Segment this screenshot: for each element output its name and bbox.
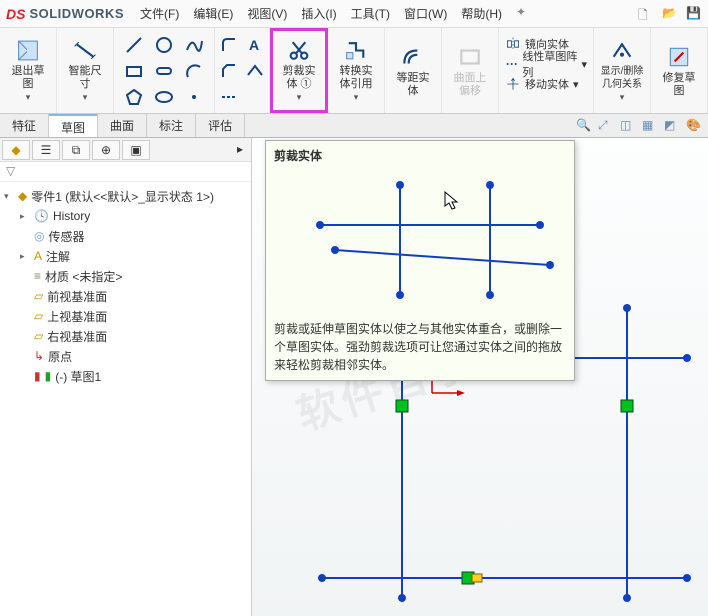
cursor-icon: [444, 191, 460, 211]
tree-history[interactable]: ▸🕓History: [2, 206, 249, 226]
sketch-tools-grid-2: A: [217, 33, 267, 109]
poly-icon[interactable]: [124, 87, 144, 107]
tree-sketch1[interactable]: ▮▮(-) 草图1: [2, 366, 249, 386]
menu-help[interactable]: 帮助(H): [461, 5, 502, 22]
feature-manager-panel: ◆ ☰ ⧉ ⊕ ▣ ▸ ▽ ▾◆零件1 (默认<<默认>_显示状态 1>) ▸🕓…: [0, 138, 252, 616]
trim-entities-button[interactable]: 剪裁实 体 ① ▾: [277, 38, 321, 104]
feature-tree: ▾◆零件1 (默认<<默认>_显示状态 1>) ▸🕓History ◎传感器 ▸…: [0, 182, 251, 616]
fm-tab-config[interactable]: ⧉: [62, 140, 90, 160]
tree-root[interactable]: ▾◆零件1 (默认<<默认>_显示状态 1>): [2, 186, 249, 206]
open-icon[interactable]: 📂: [662, 6, 678, 22]
search-icon[interactable]: ✦: [516, 5, 526, 22]
rect-icon[interactable]: [124, 61, 144, 81]
svg-text:A: A: [249, 37, 259, 53]
tree-material[interactable]: ≡材质 <未指定>: [2, 266, 249, 286]
menu-tools[interactable]: 工具(T): [351, 5, 390, 22]
display-style-icon[interactable]: ▦: [642, 118, 658, 134]
filter-icon[interactable]: ▽: [6, 164, 15, 178]
app-logo: DS SOLIDWORKS: [6, 6, 124, 22]
tab-feature[interactable]: 特征: [0, 114, 49, 137]
chamfer-icon[interactable]: [219, 61, 239, 81]
logo-solidworks: SOLIDWORKS: [29, 6, 124, 21]
repair-sketch-button[interactable]: 修复草 图: [657, 38, 701, 104]
sketch-tools-grid: [120, 33, 208, 109]
spline-icon[interactable]: [184, 35, 204, 55]
centerline-icon[interactable]: [219, 87, 239, 107]
fm-tab-property[interactable]: ☰: [32, 140, 60, 160]
arc-icon[interactable]: [184, 61, 204, 81]
tooltip-title: 剪裁实体: [274, 147, 566, 164]
command-tab-bar: 特征 草图 曲面 标注 评估 🔍 ⤢ ◫ ▦ ◩ 🎨: [0, 114, 708, 138]
tooltip-illustration: [280, 170, 560, 310]
smart-dimension-button[interactable]: 智能尺 寸 ▾: [63, 38, 107, 104]
fillet-icon[interactable]: [219, 35, 239, 55]
view-orient-icon[interactable]: ◫: [620, 118, 636, 134]
trim-tooltip: 剪裁实体 剪裁或延伸草图实体以使之与其他实体重合，或删除一个草图实体。强劲剪裁选…: [265, 140, 575, 381]
logo-ds: DS: [6, 6, 25, 22]
zoom-area-icon[interactable]: ⤢: [598, 118, 614, 134]
convert-entities-button[interactable]: 转换实 体引用 ▾: [334, 38, 378, 104]
tab-surface[interactable]: 曲面: [98, 114, 147, 137]
fm-tab-dim[interactable]: ⊕: [92, 140, 120, 160]
new-icon[interactable]: 🗋: [638, 6, 654, 22]
offset-entities-button[interactable]: 等距实 体: [391, 38, 435, 104]
tree-annotations[interactable]: ▸A注解: [2, 246, 249, 266]
text-icon[interactable]: A: [245, 35, 265, 55]
circle-icon[interactable]: [154, 35, 174, 55]
plane-icon[interactable]: [245, 61, 265, 81]
menu-insert[interactable]: 插入(I): [301, 5, 336, 22]
view-toolbar: 🔍 ⤢ ◫ ▦ ◩ 🎨: [576, 114, 708, 137]
graphics-viewport[interactable]: 软件自学网 剪裁实体: [252, 138, 708, 616]
appearance-icon[interactable]: 🎨: [686, 118, 702, 134]
tree-sensors[interactable]: ◎传感器: [2, 226, 249, 246]
offset-on-surface-button: 曲面上 偏移: [448, 38, 492, 104]
zoom-fit-icon[interactable]: 🔍: [576, 118, 592, 134]
exit-sketch-button[interactable]: 退出草 图 ▾: [6, 38, 50, 104]
tree-right-plane[interactable]: ▱右视基准面: [2, 326, 249, 346]
tree-origin[interactable]: ↳原点: [2, 346, 249, 366]
point-icon[interactable]: [184, 87, 204, 107]
menu-file[interactable]: 文件(F): [140, 5, 179, 22]
ribbon: 退出草 图 ▾ 智能尺 寸 ▾ A: [0, 28, 708, 114]
tab-evaluate[interactable]: 评估: [196, 114, 245, 137]
menu-window[interactable]: 窗口(W): [404, 5, 447, 22]
menu-view[interactable]: 视图(V): [247, 5, 287, 22]
menu-edit[interactable]: 编辑(E): [193, 5, 233, 22]
ellipse-icon[interactable]: [154, 87, 174, 107]
linear-pattern-button[interactable]: 线性草图阵列 ▾: [505, 54, 587, 74]
tree-front-plane[interactable]: ▱前视基准面: [2, 286, 249, 306]
move-entities-button[interactable]: 移动实体 ▾: [505, 74, 579, 94]
line-icon[interactable]: [124, 35, 144, 55]
menu-bar: 文件(F) 编辑(E) 视图(V) 插入(I) 工具(T) 窗口(W) 帮助(H…: [140, 5, 526, 22]
panel-expand-icon[interactable]: ▸: [231, 140, 249, 159]
fm-tab-tree[interactable]: ◆: [2, 140, 30, 160]
tooltip-description: 剪裁或延伸草图实体以使之与其他实体重合，或删除一个草图实体。强劲剪裁选项可让您通…: [274, 320, 566, 374]
fm-tab-display[interactable]: ▣: [122, 140, 150, 160]
slot-icon[interactable]: [154, 61, 174, 81]
save-icon[interactable]: 💾: [686, 6, 702, 22]
tab-sketch[interactable]: 草图: [49, 114, 98, 137]
tab-annotate[interactable]: 标注: [147, 114, 196, 137]
display-relations-button[interactable]: 显示/删除 几何关系 ▾: [600, 38, 644, 104]
tree-top-plane[interactable]: ▱上视基准面: [2, 306, 249, 326]
section-icon[interactable]: ◩: [664, 118, 680, 134]
